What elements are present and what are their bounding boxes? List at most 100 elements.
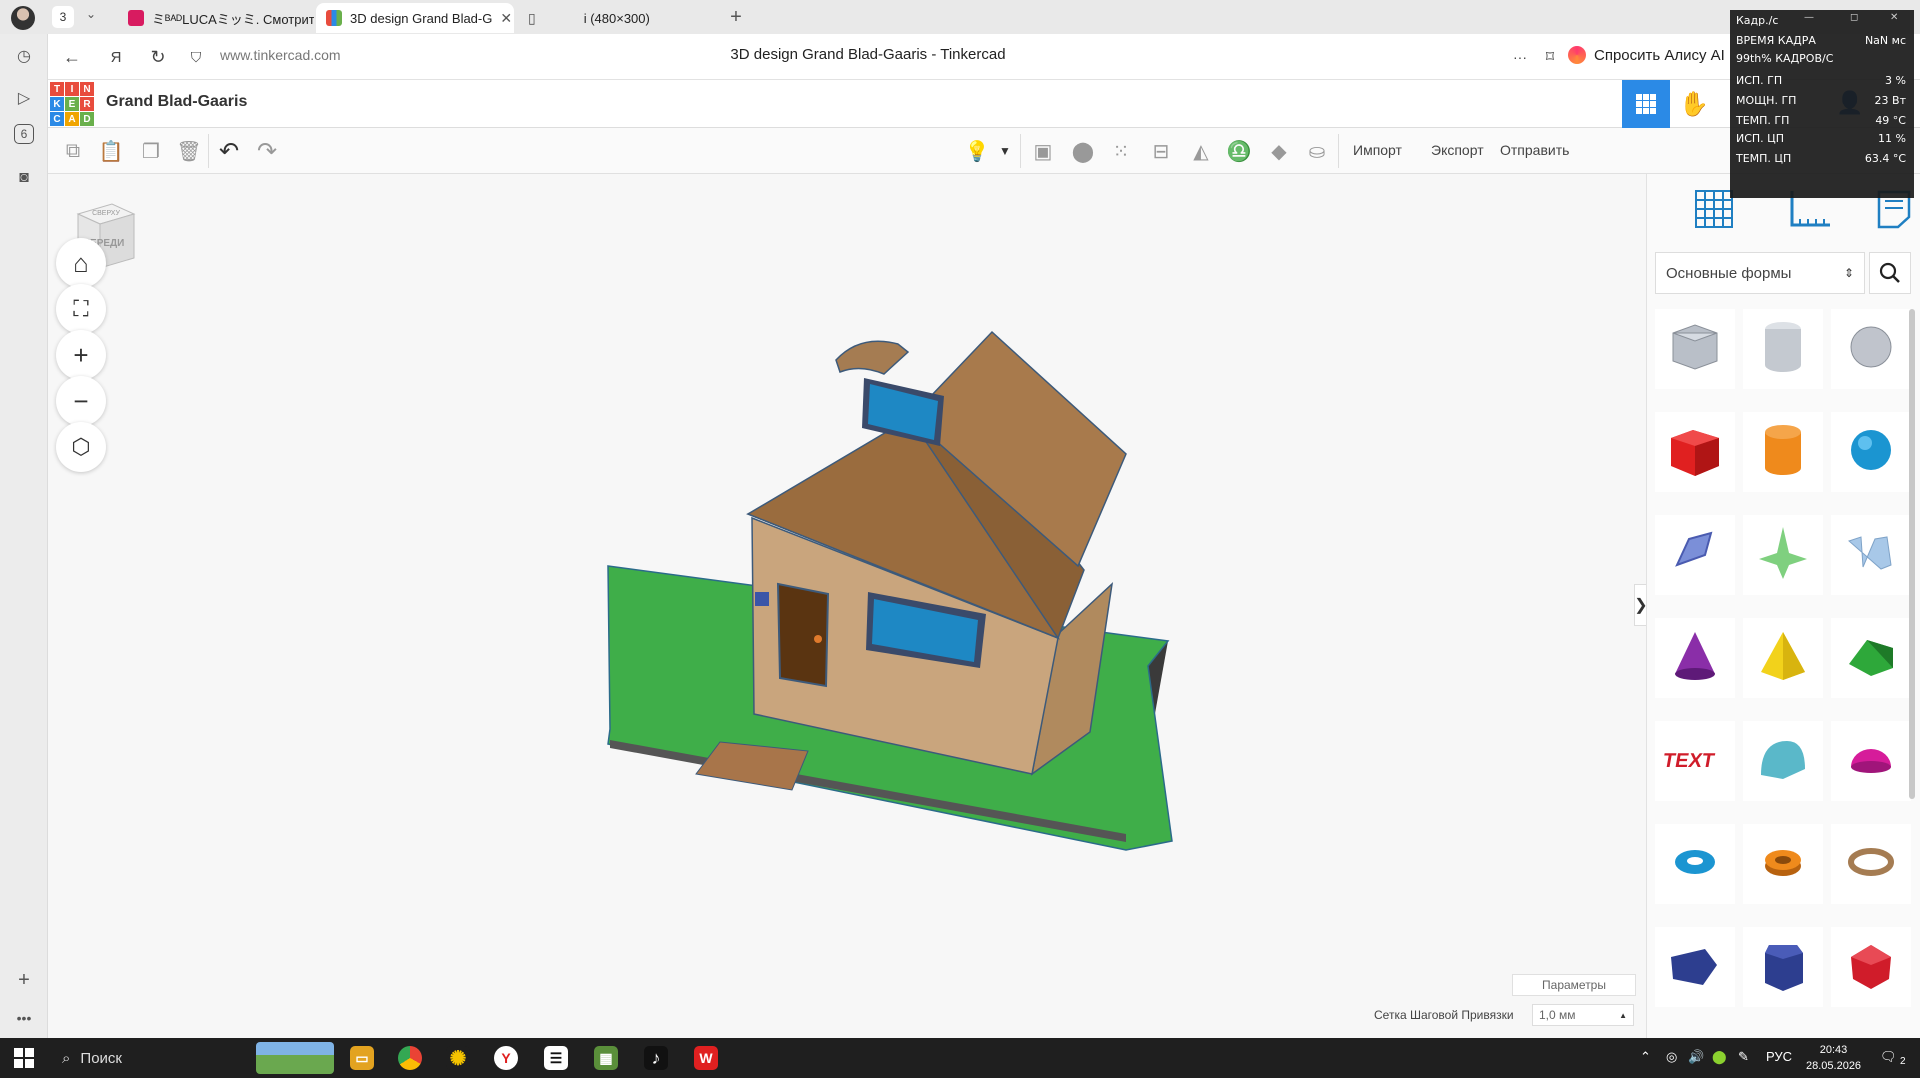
shape-roof[interactable] — [1831, 618, 1911, 698]
panel-scrollbar[interactable] — [1909, 309, 1915, 799]
half-sphere-icon — [1851, 749, 1891, 773]
shape-torus[interactable] — [1655, 824, 1735, 904]
design-name[interactable]: Grand Blad-Gaaris — [106, 93, 247, 111]
shape-hexagonal-prism[interactable] — [1743, 927, 1823, 1007]
close-icon[interactable]: ✕ — [1890, 12, 1898, 23]
tinkercad-logo[interactable]: T I N K E R C A D — [50, 82, 94, 126]
tiktok-icon[interactable]: ♪ — [644, 1046, 668, 1070]
tab-counter[interactable]: 3 — [52, 6, 74, 28]
tab-tinkercad[interactable]: 3D design Grand Blad-G ✕ — [316, 3, 514, 33]
export-button[interactable]: Экспорт — [1431, 142, 1484, 158]
align-icon[interactable]: ⊟ — [1148, 138, 1174, 164]
shape-round-roof[interactable] — [1743, 721, 1823, 801]
logo-letter: A — [65, 112, 79, 126]
shape-sphere-hole[interactable] — [1831, 309, 1911, 389]
shape-shape-generator[interactable] — [1743, 515, 1823, 595]
chevron-down-icon[interactable]: ⌄ — [86, 7, 96, 21]
chevron-down-icon[interactable]: ▼ — [992, 138, 1018, 164]
taskbar-search-label: Поиск — [80, 1049, 122, 1067]
tab-image[interactable]: ▯ i (480×300) — [518, 3, 716, 33]
light-bulb-icon[interactable]: 💡 — [964, 138, 990, 164]
send-to-button[interactable]: Отправить — [1500, 142, 1569, 158]
paste-icon[interactable]: 📋 — [98, 138, 124, 164]
notes-icon[interactable]: ◆ — [1266, 138, 1292, 164]
volume-icon[interactable]: 🔊 — [1688, 1049, 1704, 1065]
chevron-up-icon[interactable]: ⌃ — [1640, 1049, 1651, 1065]
shape-tube[interactable] — [1743, 824, 1823, 904]
delete-icon[interactable]: 🗑 — [176, 138, 202, 164]
shape-cylinder[interactable] — [1743, 412, 1823, 492]
profile-avatar[interactable] — [11, 6, 35, 30]
tab-count-badge[interactable]: 6 — [14, 124, 34, 144]
notifications-icon[interactable]: 🗨 — [1880, 1049, 1897, 1065]
mirror-icon[interactable]: ◭ — [1188, 138, 1214, 164]
hand-icon[interactable]: ✋ — [1678, 88, 1710, 120]
shape-text-3d[interactable] — [1831, 515, 1911, 595]
chrome-icon[interactable] — [398, 1046, 422, 1070]
play-icon[interactable]: ▷ — [12, 86, 36, 110]
more-icon[interactable]: ··· — [1508, 45, 1532, 69]
shape-pyramid[interactable] — [1743, 618, 1823, 698]
workplane-icon[interactable]: ▣ — [1030, 138, 1056, 164]
wps-office-icon[interactable]: W — [694, 1046, 718, 1070]
more-icon[interactable]: ••• — [12, 1006, 36, 1030]
shape-cone[interactable] — [1655, 618, 1735, 698]
add-icon[interactable]: + — [12, 968, 36, 992]
copy-icon[interactable]: ⧉ — [60, 138, 86, 164]
shape-category-select[interactable]: Основные формы ⇕ — [1655, 252, 1865, 294]
logo-letter: K — [50, 97, 64, 111]
ask-alice-button[interactable]: Спросить Алису AI — [1568, 46, 1725, 64]
shape-text[interactable]: TEXT — [1655, 721, 1735, 801]
shape-icosahedron[interactable] — [1831, 927, 1911, 1007]
shape-sphere[interactable] — [1831, 412, 1911, 492]
antivirus-icon[interactable]: ⬤ — [1712, 1049, 1727, 1065]
parameters-button[interactable]: Параметры — [1512, 974, 1636, 996]
boxed-app-icon[interactable]: ☰ — [544, 1046, 568, 1070]
search-highlight-image[interactable] — [256, 1042, 334, 1074]
file-explorer-icon[interactable]: ▭ — [350, 1046, 374, 1070]
roof-dormer — [835, 340, 910, 375]
shape-box[interactable] — [1655, 412, 1735, 492]
shape-search-button[interactable] — [1869, 252, 1911, 294]
history-icon[interactable]: ◷ — [12, 44, 36, 68]
tab-luca[interactable]: ミᴮᴬᴰLUCAミッミ. Смотрит — [118, 3, 314, 33]
pen-icon[interactable]: ✎ — [1738, 1049, 1749, 1065]
clock[interactable]: 20:43 28.05.2026 — [1806, 1042, 1861, 1074]
shape-box-hole[interactable] — [1655, 309, 1735, 389]
shape-cylinder-hole[interactable] — [1743, 309, 1823, 389]
shape-ring[interactable] — [1831, 824, 1911, 904]
bookmark-icon[interactable]: ⌑ — [1538, 45, 1562, 69]
perf-label: ТЕМП. ГП — [1736, 114, 1790, 127]
snap-grid-select[interactable]: 1,0 мм ▲ — [1532, 1004, 1634, 1026]
tube-icon — [1765, 850, 1801, 876]
undo-icon[interactable]: ↶ — [216, 138, 242, 165]
perf-label: ИСП. ГП — [1736, 74, 1783, 87]
house-model[interactable] — [48, 174, 1646, 1038]
swirl-app-icon[interactable]: ✺ — [446, 1046, 470, 1070]
taskbar-search[interactable]: ⌕ Поиск — [52, 1038, 122, 1078]
maximize-icon[interactable]: ◻ — [1850, 12, 1858, 23]
language-indicator[interactable]: РУС — [1766, 1049, 1792, 1064]
shape-scribble[interactable] — [1655, 515, 1735, 595]
text-3d-icon — [1848, 536, 1892, 570]
box-icon — [1671, 430, 1719, 476]
minecraft-icon[interactable]: ▦ — [594, 1046, 618, 1070]
import-button[interactable]: Импорт — [1353, 142, 1402, 158]
3d-view-button[interactable] — [1622, 80, 1670, 128]
camera-tray-icon[interactable]: ◎ — [1666, 1049, 1677, 1065]
shape-wedge-polygon[interactable] — [1655, 927, 1735, 1007]
yandex-browser-icon[interactable]: Y — [494, 1046, 518, 1070]
workplane-canvas[interactable]: СВЕРХУ СПЕРЕДИ ⌂ ⛶ + − ⬡ ❯ Параметры Сет… — [48, 174, 1648, 1038]
flashlight-icon[interactable]: ⛀ — [1304, 138, 1330, 164]
shape-half-sphere[interactable] — [1831, 721, 1911, 801]
duplicate-icon[interactable]: ❐ — [138, 138, 164, 164]
camera-icon[interactable]: ◙ — [12, 166, 36, 190]
windows-start-icon[interactable] — [14, 1048, 34, 1068]
group-icon[interactable]: ⬤ — [1070, 138, 1096, 164]
ruler-icon[interactable]: ♎ — [1226, 138, 1252, 164]
minimize-icon[interactable]: — — [1804, 12, 1814, 23]
ungroup-icon[interactable]: ⁙ — [1108, 138, 1134, 164]
redo-icon[interactable]: ↷ — [254, 138, 280, 165]
close-tab-icon[interactable]: ✕ — [500, 10, 512, 27]
new-tab-button[interactable]: + — [724, 5, 748, 29]
